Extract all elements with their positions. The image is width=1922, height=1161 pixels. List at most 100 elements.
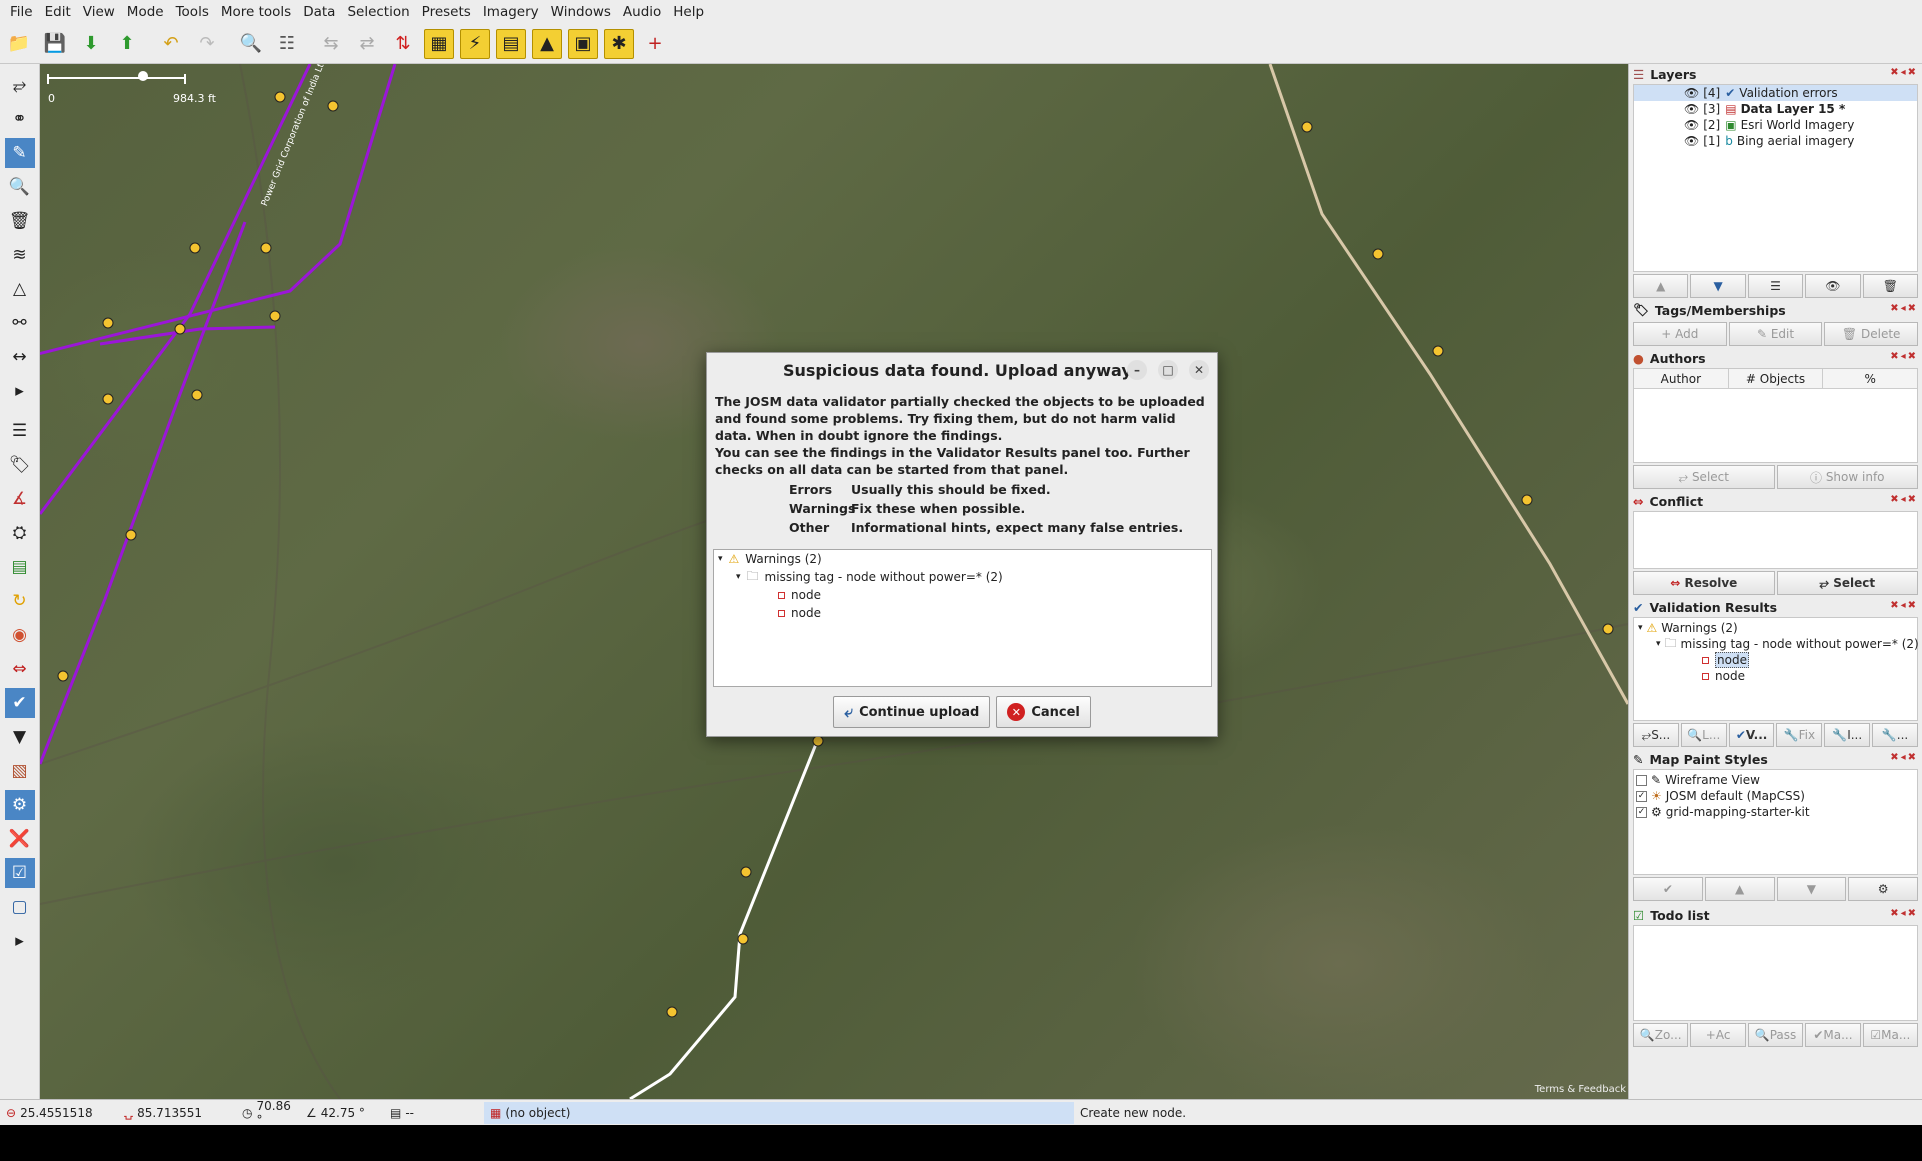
terms-link[interactable]: Terms & Feedback <box>1535 1084 1626 1095</box>
download-icon[interactable]: ⬇ <box>76 29 106 59</box>
more-icon[interactable]: ▸ <box>5 376 35 406</box>
panel-controls-icon[interactable]: ✖◂✖ <box>1890 351 1918 362</box>
relation-icon[interactable]: ⛭ <box>5 518 35 548</box>
todo-add-button[interactable]: + Ac <box>1690 1023 1746 1047</box>
move-down-icon[interactable]: ▼ <box>1690 274 1746 298</box>
add-icon[interactable]: + <box>640 29 670 59</box>
menu-help[interactable]: Help <box>673 4 704 20</box>
tree-node-item[interactable]: node <box>714 604 1211 622</box>
delete-tag-button[interactable]: 🗑 Delete <box>1824 322 1919 346</box>
select-icon[interactable]: ⥂ <box>5 70 35 100</box>
cancel-button[interactable]: ✕ Cancel <box>996 696 1091 728</box>
wireframe-icon[interactable]: ▢ <box>5 892 35 922</box>
conflict-panel-header[interactable]: ⇔ Conflict ✖◂✖ <box>1629 491 1922 511</box>
filter-icon[interactable]: ▼ <box>5 722 35 752</box>
delete-icon[interactable]: 🗑 <box>5 206 35 236</box>
parallel-icon[interactable]: △ <box>5 274 35 304</box>
settings-icon[interactable]: ⚙ <box>4 790 35 820</box>
edit-tag-button[interactable]: ✎ Edit <box>1728 322 1823 346</box>
more-icon[interactable]: ▸ <box>5 926 35 956</box>
style-item[interactable]: ✓ ⚙ grid-mapping-starter-kit <box>1634 804 1917 820</box>
style-checkbox[interactable] <box>1636 774 1647 786</box>
improve-way-icon[interactable]: ≋ <box>5 240 35 270</box>
col-percent[interactable]: % <box>1823 369 1917 388</box>
todo-zoom-button[interactable]: 🔍 Zo... <box>1633 1023 1689 1047</box>
expand-icon[interactable]: ▾ <box>718 554 723 564</box>
tower-icon[interactable]: ▲ <box>532 28 562 59</box>
eye-icon[interactable]: 👁 <box>1684 102 1699 116</box>
lasso-icon[interactable]: ⚭ <box>5 104 35 134</box>
minimize-icon[interactable]: – <box>1127 360 1147 380</box>
layer-row[interactable]: 👁 [2] ▣ Esri World Imagery <box>1634 117 1917 133</box>
todo-panel-header[interactable]: ☑ Todo list ✖◂✖ <box>1629 905 1922 925</box>
menu-more-tools[interactable]: More tools <box>221 4 291 20</box>
measure-icon[interactable]: ∡ <box>5 484 35 514</box>
layer-row[interactable]: 👁 [3] ▤ Data Layer 15 * <box>1634 101 1917 117</box>
style-settings-icon[interactable]: ⚙ <box>1848 877 1918 901</box>
validation-more-button[interactable]: 🔧... <box>1872 723 1918 747</box>
undo-icon[interactable]: ↶ <box>156 29 186 59</box>
expand-icon[interactable]: ▾ <box>736 572 741 582</box>
menu-view[interactable]: View <box>83 4 115 20</box>
menu-data[interactable]: Data <box>303 4 335 20</box>
eye-icon[interactable]: 👁 <box>1684 118 1699 132</box>
col-objects[interactable]: # Objects <box>1729 369 1824 388</box>
maximize-icon[interactable]: □ <box>1158 360 1178 380</box>
history-icon[interactable]: ▧ <box>5 756 35 786</box>
style-item[interactable]: ✓ ☀ JOSM default (MapCSS) <box>1634 788 1917 804</box>
draw-icon[interactable]: ✎ <box>4 138 35 168</box>
conflict-select-button[interactable]: ⥂ Select <box>1776 571 1918 595</box>
todo-icon[interactable]: ☑ <box>4 858 35 888</box>
pylon-icon[interactable]: ⚡ <box>460 28 490 59</box>
style-icon[interactable]: ◉ <box>5 620 35 650</box>
visibility-icon[interactable]: 👁 <box>1805 274 1861 298</box>
transformer-icon[interactable]: ▣ <box>568 28 598 59</box>
eye-icon[interactable]: 👁 <box>1684 86 1699 100</box>
menu-audio[interactable]: Audio <box>623 4 661 20</box>
todo-pass-button[interactable]: 🔍 Pass <box>1747 1023 1804 1047</box>
map-icon[interactable]: ▤ <box>5 552 35 582</box>
menu-tools[interactable]: Tools <box>176 4 209 20</box>
validation-panel-header[interactable]: ✔ Validation Results ✖◂✖ <box>1629 597 1922 617</box>
show-info-button[interactable]: ⓘ Show info <box>1776 465 1918 489</box>
style-item[interactable]: ✎ Wireframe View <box>1634 772 1917 788</box>
mappaint-panel-header[interactable]: ✎ Map Paint Styles ✖◂✖ <box>1629 749 1922 769</box>
panel-controls-icon[interactable]: ✖◂✖ <box>1890 600 1918 611</box>
validation-select-button[interactable]: ⥂ S... <box>1633 723 1679 747</box>
menu-windows[interactable]: Windows <box>551 4 611 20</box>
save-icon[interactable]: 💾 <box>40 29 70 59</box>
expand-icon[interactable]: ▾ <box>1638 623 1643 633</box>
tags-panel-header[interactable]: 🏷 Tags/Memberships ✖◂✖ <box>1629 300 1922 320</box>
menu-file[interactable]: File <box>10 4 33 20</box>
power-line-icon[interactable]: ▤ <box>496 28 526 59</box>
dialog-titlebar[interactable]: Suspicious data found. Upload anyway? – … <box>707 353 1217 387</box>
tags-icon[interactable]: 🏷 <box>5 450 35 480</box>
close-icon[interactable]: ❌ <box>5 824 35 854</box>
ignore-button[interactable]: 🔧 I... <box>1824 723 1871 747</box>
menu-mode[interactable]: Mode <box>127 4 164 20</box>
continue-upload-button[interactable]: ⤶ Continue upload <box>833 696 991 728</box>
panel-controls-icon[interactable]: ✖◂✖ <box>1890 67 1918 78</box>
menu-selection[interactable]: Selection <box>347 4 409 20</box>
upload-icon[interactable]: ⬆ <box>112 29 142 59</box>
add-tag-button[interactable]: + Add <box>1633 322 1727 346</box>
move-style-down-icon[interactable]: ▼ <box>1776 877 1847 901</box>
menu-presets[interactable]: Presets <box>422 4 471 20</box>
col-author[interactable]: Author <box>1634 369 1729 388</box>
refresh-icon[interactable]: ↻ <box>5 586 35 616</box>
panel-controls-icon[interactable]: ✖◂✖ <box>1890 752 1918 763</box>
tree-group-node[interactable]: ▾ 🗀 missing tag - node without power=* (… <box>714 568 1211 586</box>
merge-layers-icon[interactable]: ☰ <box>1747 274 1804 298</box>
open-file-icon[interactable]: 📁 <box>4 29 34 59</box>
todo-mark-all-button[interactable]: ☑ Ma... <box>1862 1023 1919 1047</box>
resolve-button[interactable]: ⇔ Resolve <box>1633 571 1775 595</box>
validation-lookup-button[interactable]: 🔍 L... <box>1680 723 1727 747</box>
extract-node-icon[interactable]: ↔ <box>5 342 35 372</box>
panel-controls-icon[interactable]: ✖◂✖ <box>1890 303 1918 314</box>
panel-controls-icon[interactable]: ✖◂✖ <box>1890 908 1918 919</box>
fix-button[interactable]: 🔧 Fix <box>1776 723 1823 747</box>
validate-button[interactable]: ✔ V... <box>1728 723 1775 747</box>
validation-node-item[interactable]: node <box>1634 668 1917 684</box>
menu-imagery[interactable]: Imagery <box>483 4 539 20</box>
preferences-icon[interactable]: ☷ <box>272 29 302 59</box>
